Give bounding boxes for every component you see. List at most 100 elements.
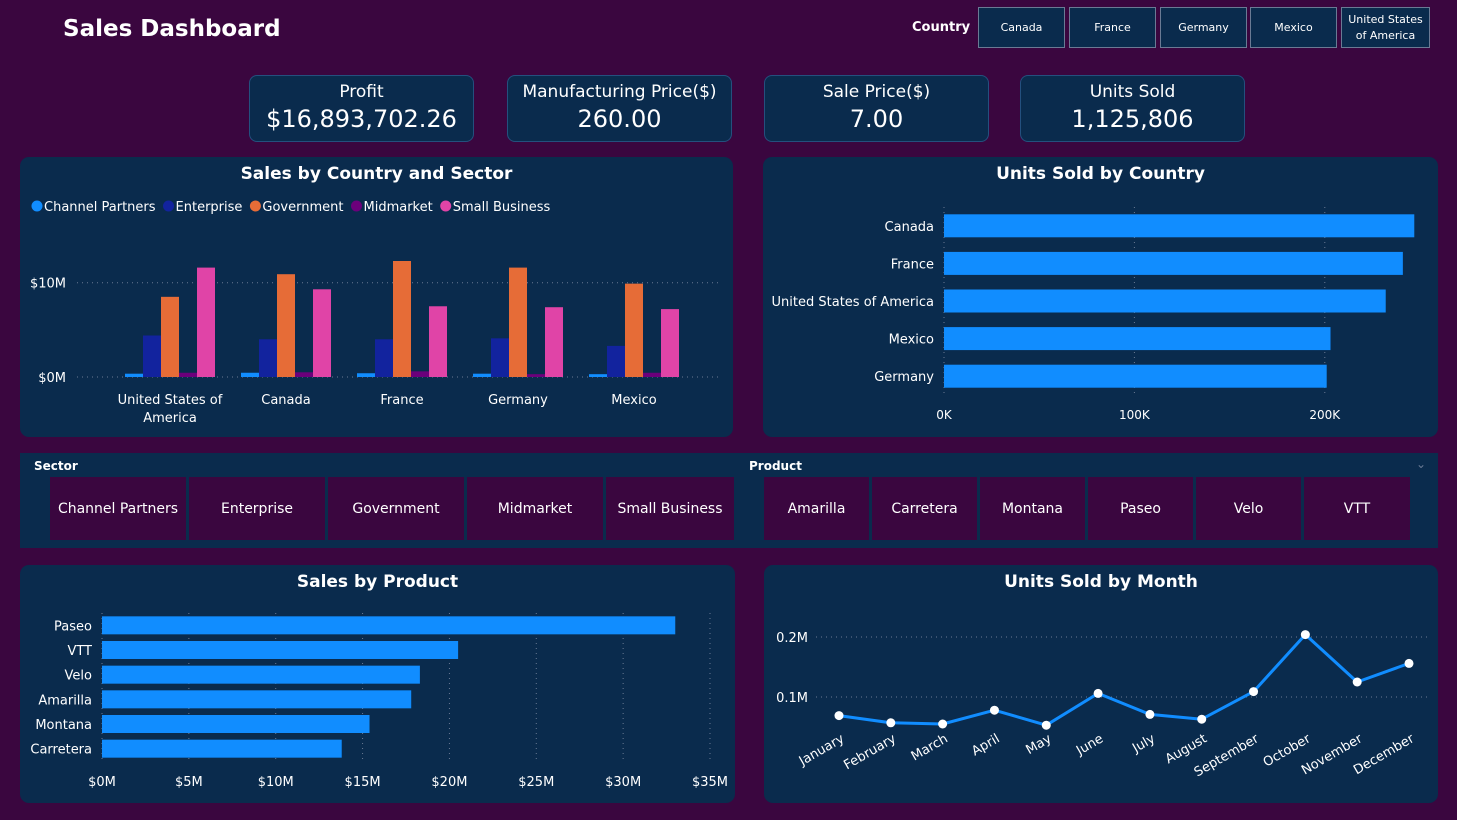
legend-marker-midmarket [350,200,362,212]
x-tick-label: $0M [88,775,116,790]
bar-mexico-government [625,283,643,377]
product-option-velo[interactable]: Velo [1196,477,1301,540]
bar-canada-channel-partners [241,372,259,377]
bar-france-government [393,261,411,377]
x-tick-label-february: February [841,731,899,773]
x-tick-label-july: July [1129,731,1158,756]
x-tick-label: $5M [175,775,203,790]
product-option-amarilla[interactable]: Amarilla [764,477,869,540]
x-tick-label: $35M [692,775,728,790]
kpi-value: 1,125,806 [1071,105,1194,133]
product-option-paseo[interactable]: Paseo [1088,477,1193,540]
bar-france-midmarket [411,371,429,377]
x-tick-label: 200K [1309,408,1341,422]
kpi-value: 7.00 [849,105,904,133]
product-slicer-title: Product [749,459,802,473]
kpi-card-sale-price: Sale Price($) 7.00 [764,75,989,142]
sector-option-small-business[interactable]: Small Business [606,477,734,540]
y-tick-label-paseo: Paseo [54,619,92,634]
point-august [1197,714,1207,724]
legend-marker-government [249,200,261,212]
point-october [1300,630,1310,640]
y-tick-label-france: France [891,257,934,272]
sector-slicer-title: Sector [34,459,78,473]
point-november [1352,677,1362,687]
point-january [834,711,844,721]
x-tick-label-canada: Canada [261,393,310,408]
bar-velo [102,665,420,684]
bar-france [944,251,1403,275]
sector-option-government[interactable]: Government [328,477,464,540]
bar-canada [944,214,1415,238]
y-tick-label-vtt: VTT [67,644,92,659]
bar-mexico-small-business [661,309,679,377]
bar-united-states-of-america-small-business [197,267,215,377]
bar-montana [102,715,370,733]
point-may [1041,720,1051,730]
kpi-value: 260.00 [577,105,662,133]
product-option-vtt[interactable]: VTT [1304,477,1410,540]
bar-france-small-business [429,306,447,377]
sector-option-enterprise[interactable]: Enterprise [189,477,325,540]
kpi-label: Units Sold [1089,82,1176,102]
panel-sales-by-country-sector: Sales by Country and Sector Channel Part… [20,157,733,437]
bar-amarilla [102,690,412,709]
y-tick-label-velo: Velo [65,669,92,684]
slicer-bar: Sector Channel Partners Enterprise Gover… [20,453,1438,548]
panel-units-by-country: Units Sold by Country 0K 100K 200K Canada Fr… [763,157,1438,437]
chart-sales-by-product: $0M $5M $10M $15M $20M $25M $30M $35M Paseo VTT Ve… [30,613,728,790]
bar-vtt [102,641,459,659]
y-tick-label-canada: Canada [885,220,934,235]
bar-united-states-of-america-government [161,296,179,377]
kpi-value: $16,893,702.26 [266,105,457,133]
country-filter-france[interactable]: France [1069,7,1156,48]
bar-canada-midmarket [295,372,313,377]
chart-units-by-country: 0K 100K 200K Canada France United States of A… [772,207,1415,422]
x-tick-label: $20M [431,775,467,790]
country-filter-canada[interactable]: Canada [978,7,1065,48]
legend-label-small-business: Small Business [453,200,551,215]
sector-option-midmarket[interactable]: Midmarket [467,477,603,540]
y-tick-label-mexico: Mexico [889,333,934,348]
bar-united-states-of-america-midmarket [179,372,197,377]
x-tick-label-april: April [969,731,1002,759]
country-filter-germany[interactable]: Germany [1160,7,1247,48]
kpi-label: Profit [339,82,384,102]
x-tick-label-germany: Germany [488,393,548,408]
bar-united-states-of-america-channel-partners [125,373,143,377]
bar-mexico-midmarket [643,372,661,377]
bar-france-channel-partners [357,373,375,377]
bar-carretera [102,739,342,758]
bar-canada-enterprise [259,339,277,377]
bar-united-states-of-america [944,289,1386,313]
point-april [989,705,999,715]
legend-label-enterprise: Enterprise [176,200,243,215]
x-tick-label-france: France [380,393,423,408]
x-tick-label: 100K [1119,408,1151,422]
legend-marker-small-business [440,200,452,212]
bar-canada-government [277,274,295,377]
chevron-down-icon[interactable]: ⌄ [1416,457,1426,471]
country-filter-mexico[interactable]: Mexico [1250,7,1337,48]
legend-marker-enterprise [163,200,175,212]
y-tick-label: $10M [30,277,66,292]
point-july [1145,709,1155,719]
y-tick-label: $0M [38,371,66,386]
point-june [1093,688,1103,698]
bar-paseo [102,616,676,635]
kpi-label: Sale Price($) [822,82,931,102]
country-filter-label: Country [912,20,971,35]
point-february [886,718,896,728]
product-option-montana[interactable]: Montana [980,477,1085,540]
bar-germany-enterprise [491,338,509,377]
legend-label-government: Government [262,200,343,215]
x-tick-label: $15M [345,775,381,790]
y-tick-label: 0.1M [776,691,808,706]
chart-units-by-month: 0.1M 0.2M JanuaryFebruary March April May June… [776,630,1429,780]
product-option-carretera[interactable]: Carretera [872,477,977,540]
x-tick-label: $30M [605,775,641,790]
legend-label-midmarket: Midmarket [363,200,432,215]
kpi-label: Manufacturing Price($) [522,82,717,102]
country-filter-usa[interactable]: United States of America [1341,7,1430,48]
sector-option-channel-partners[interactable]: Channel Partners [50,477,186,540]
